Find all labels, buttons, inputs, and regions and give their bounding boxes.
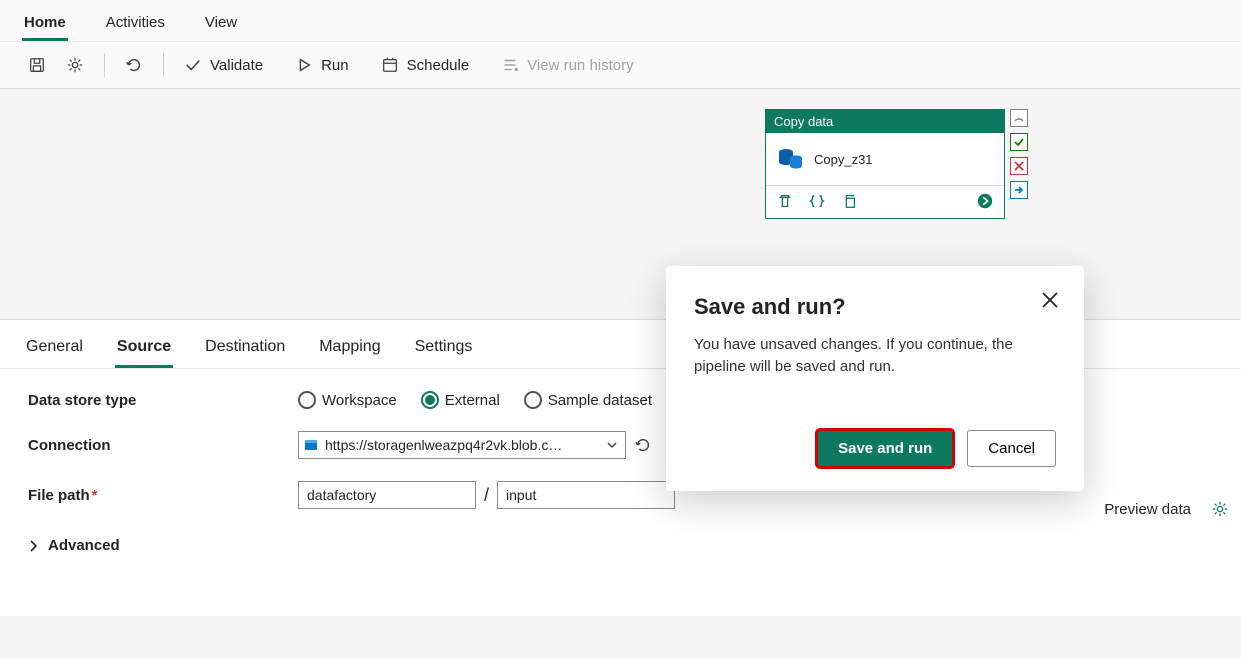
tab-mapping[interactable]: Mapping <box>317 334 382 368</box>
save-icon <box>28 56 46 74</box>
radio-sample-label: Sample dataset <box>548 392 652 409</box>
validate-button[interactable]: Validate <box>178 52 269 78</box>
save-and-run-dialog: Save and run? You have unsaved changes. … <box>666 266 1084 491</box>
copy-icon[interactable] <box>840 192 858 210</box>
data-store-type-label: Data store type <box>28 392 298 409</box>
undo-icon <box>125 56 143 74</box>
connector-completion[interactable] <box>1010 181 1028 199</box>
close-icon <box>1040 290 1060 310</box>
tab-home[interactable]: Home <box>22 8 68 41</box>
chevron-down-icon <box>607 440 617 450</box>
run-button[interactable]: Run <box>289 52 355 78</box>
advanced-label: Advanced <box>48 537 120 554</box>
close-button[interactable] <box>1040 290 1060 310</box>
tab-activities[interactable]: Activities <box>104 8 167 41</box>
view-run-history-label: View run history <box>527 57 633 74</box>
dialog-body: You have unsaved changes. If you continu… <box>694 334 1056 378</box>
check-icon <box>184 56 202 74</box>
tab-settings[interactable]: Settings <box>413 334 475 368</box>
radio-external-label: External <box>445 392 500 409</box>
schedule-button[interactable]: Schedule <box>375 52 476 78</box>
chevron-right-icon <box>28 540 40 552</box>
folder-input[interactable]: input <box>497 481 675 509</box>
connector-success[interactable] <box>1010 133 1028 151</box>
connector-deactivate[interactable] <box>1010 109 1028 127</box>
database-icon <box>776 145 804 173</box>
curly-braces-icon[interactable] <box>808 192 826 210</box>
tab-view[interactable]: View <box>203 8 239 41</box>
play-icon <box>295 56 313 74</box>
activity-connectors <box>1010 109 1028 199</box>
trash-icon[interactable] <box>776 192 794 210</box>
storage-icon <box>304 438 318 452</box>
radio-external[interactable]: External <box>421 391 500 409</box>
toolbar: Validate Run Schedule View run history <box>0 42 1241 89</box>
tab-destination[interactable]: Destination <box>203 334 287 368</box>
connector-fail[interactable] <box>1010 157 1028 175</box>
save-button[interactable] <box>22 52 52 78</box>
container-input[interactable]: datafactory <box>298 481 476 509</box>
arrow-right-circle-icon[interactable] <box>976 192 994 210</box>
tab-general[interactable]: General <box>24 334 85 368</box>
activity-header: Copy data <box>766 110 1004 133</box>
tab-source[interactable]: Source <box>115 334 173 368</box>
preview-gear-icon[interactable] <box>1211 500 1229 518</box>
dialog-title: Save and run? <box>694 294 1056 320</box>
radio-sample[interactable]: Sample dataset <box>524 391 652 409</box>
undo-button[interactable] <box>119 52 149 78</box>
cancel-button[interactable]: Cancel <box>967 430 1056 467</box>
connection-dropdown[interactable]: https://storagenlweazpq4r2vk.blob.c… <box>298 431 626 459</box>
calendar-icon <box>381 56 399 74</box>
view-run-history-button[interactable]: View run history <box>495 52 639 78</box>
required-star: * <box>92 487 98 504</box>
activity-copy-data[interactable]: Copy data Copy_z31 <box>765 109 1005 219</box>
radio-workspace[interactable]: Workspace <box>298 391 397 409</box>
radio-workspace-label: Workspace <box>322 392 397 409</box>
run-label: Run <box>321 57 349 74</box>
connection-label: Connection <box>28 437 298 454</box>
list-icon <box>501 56 519 74</box>
validate-label: Validate <box>210 57 263 74</box>
file-path-label: File path* <box>28 487 298 504</box>
save-and-run-button[interactable]: Save and run <box>817 430 953 467</box>
preview-data-link[interactable]: Preview data <box>1104 501 1191 518</box>
settings-gear-button[interactable] <box>60 52 90 78</box>
schedule-label: Schedule <box>407 57 470 74</box>
refresh-icon[interactable] <box>634 436 652 454</box>
advanced-toggle[interactable]: Advanced <box>28 537 1213 554</box>
separator <box>104 53 105 77</box>
connection-value: https://storagenlweazpq4r2vk.blob.c… <box>325 437 607 453</box>
separator <box>163 53 164 77</box>
top-tabs: Home Activities View <box>0 0 1241 42</box>
activity-name: Copy_z31 <box>814 152 873 167</box>
gear-icon <box>66 56 84 74</box>
path-separator: / <box>484 485 489 506</box>
